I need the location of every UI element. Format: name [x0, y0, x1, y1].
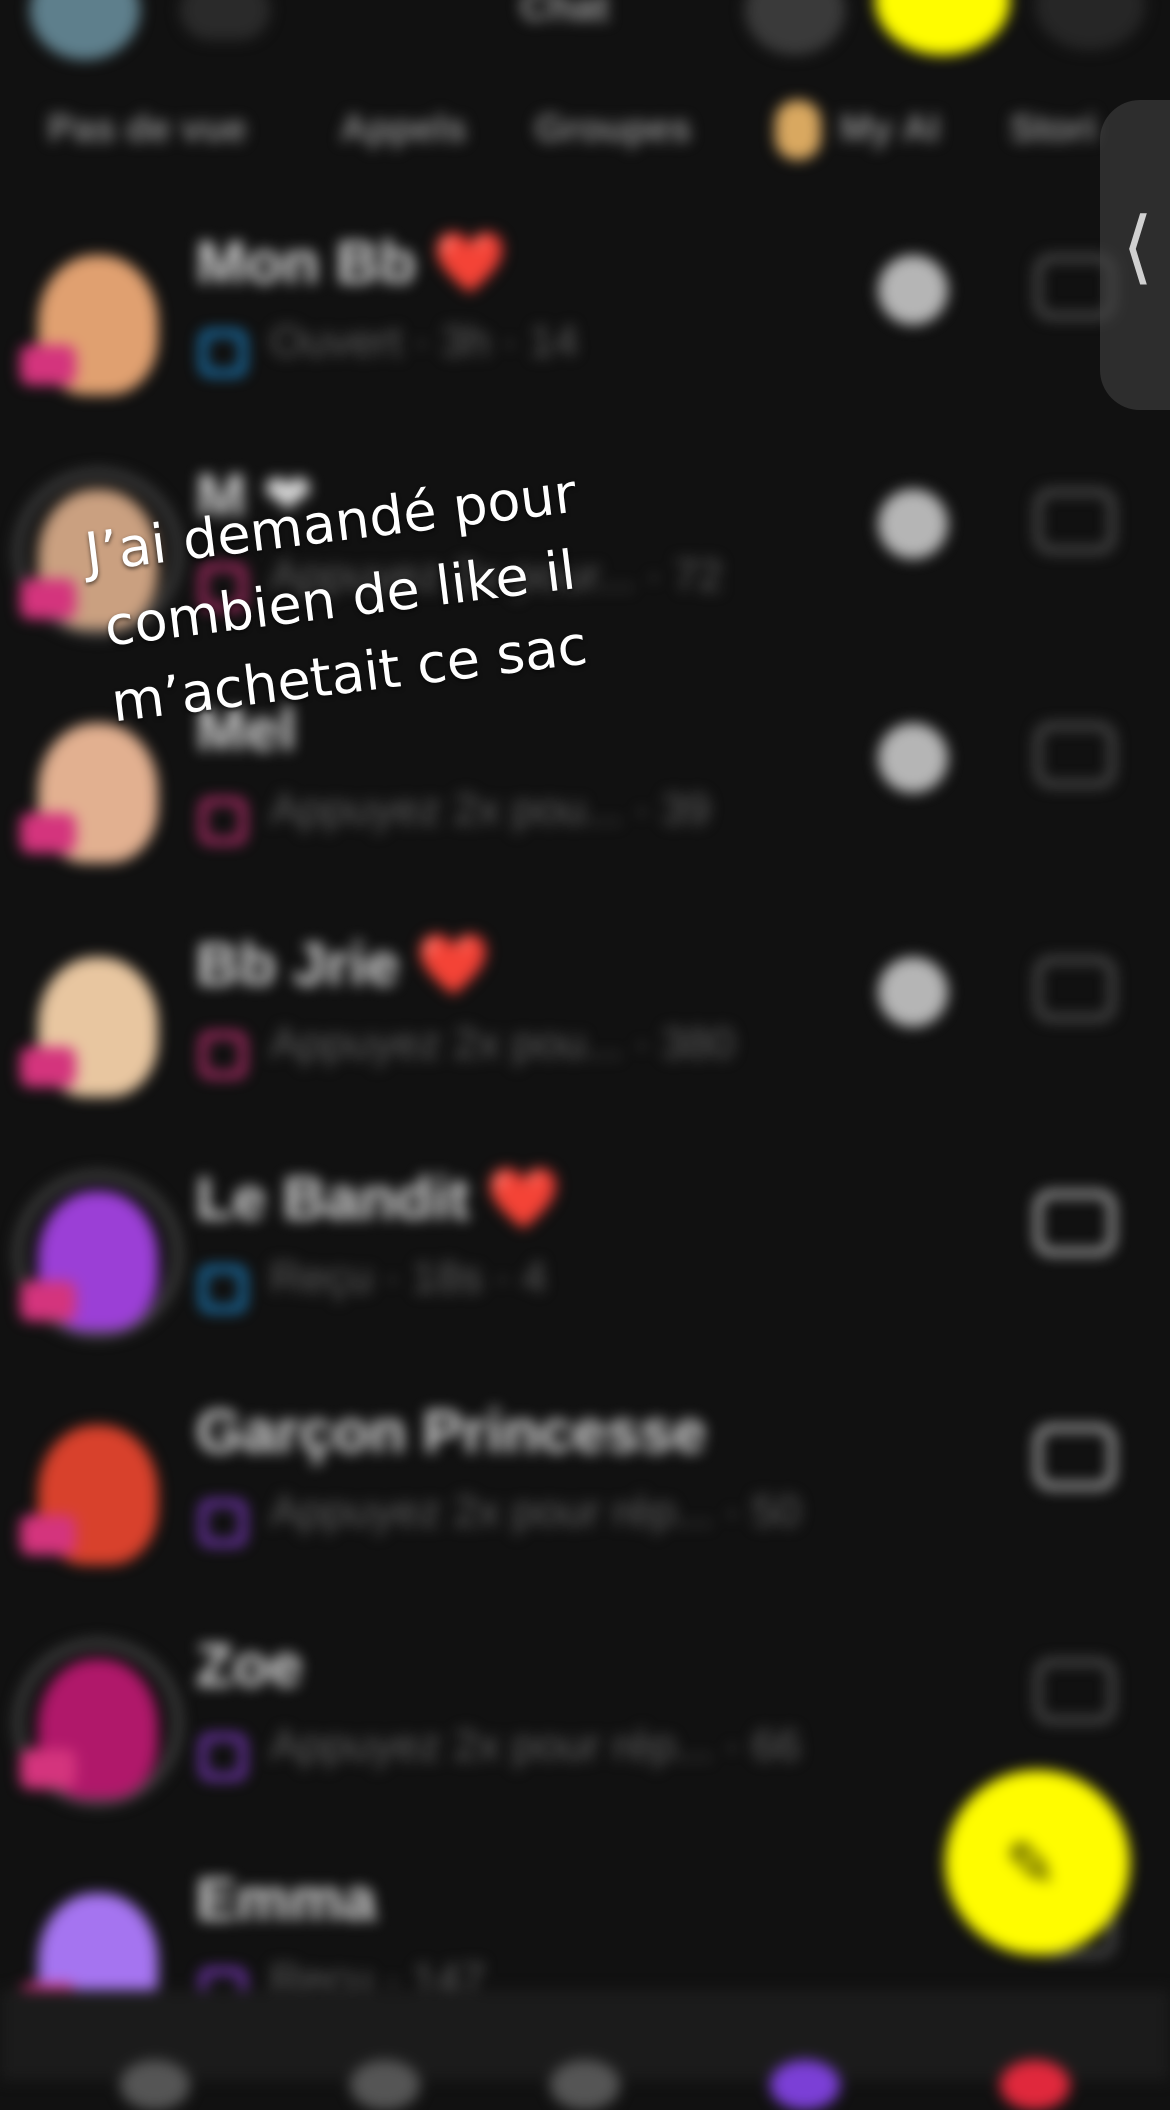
bottom-nav	[0, 1990, 1170, 2110]
status-icon	[200, 1266, 246, 1312]
chat-status: Ouvert · 3h · 14	[270, 317, 579, 366]
chat-row[interactable]: Le Bandit ❤️ Reçu · 18s · 4	[0, 1121, 1170, 1355]
camera-icon[interactable]	[1035, 1191, 1115, 1255]
reply-icon[interactable]	[878, 489, 948, 559]
camera-icon[interactable]	[1035, 723, 1115, 787]
blurred-chat-screen: Chat Pas de vue Appels Groupes My AI Sto…	[0, 0, 1170, 2110]
tab-stories[interactable]: Stori	[1010, 108, 1097, 151]
chat-row[interactable]: Garçon Princesse Appuyez 2x pour rép... ·…	[0, 1355, 1170, 1589]
page-title: Chat	[520, 0, 609, 29]
chat-icon[interactable]	[350, 2060, 420, 2110]
spotlight-icon[interactable]	[1000, 2060, 1070, 2110]
my-ai-avatar-icon	[775, 100, 821, 160]
tab-my-ai[interactable]: My AI	[840, 108, 940, 151]
map-icon[interactable]	[120, 2060, 190, 2110]
chat-status: Appuyez 2x pou... · 380	[270, 1019, 735, 1068]
camera-icon[interactable]	[1035, 957, 1115, 1021]
camera-tab-icon[interactable]	[550, 2060, 620, 2110]
story-avatar[interactable]	[875, 0, 1010, 55]
camera-icon[interactable]	[1035, 1425, 1115, 1489]
tab-groupes[interactable]: Groupes	[535, 108, 691, 151]
search-button[interactable]	[180, 0, 270, 40]
reply-icon[interactable]	[878, 723, 948, 793]
chat-status: Reçu · 18s · 4	[270, 1253, 547, 1302]
tab-appels[interactable]: Appels	[340, 108, 467, 151]
chat-name: Emma	[196, 1866, 377, 1933]
filter-tabs: Pas de vue Appels Groupes My AI Stori	[0, 100, 1170, 160]
streak-badge	[20, 1515, 76, 1555]
status-icon	[200, 1734, 246, 1780]
streak-badge	[20, 1749, 76, 1789]
camera-icon[interactable]	[1035, 1659, 1115, 1723]
top-bar: Chat	[0, 0, 1170, 70]
chat-row[interactable]: Mon Bb ❤️ Ouvert · 3h · 14	[0, 185, 1170, 419]
menu-button[interactable]	[1035, 0, 1145, 50]
chat-name: Garçon Princesse	[196, 1398, 707, 1465]
chat-status: Appuyez 2x pour rép... · 66	[270, 1721, 801, 1770]
edge-panel-handle[interactable]: ⟨	[1100, 100, 1170, 410]
status-icon	[200, 330, 246, 376]
profile-avatar[interactable]	[30, 0, 140, 60]
chat-row[interactable]: Bb Jrie ❤️ Appuyez 2x pou... · 380	[0, 887, 1170, 1121]
chat-name: Mon Bb ❤️	[196, 229, 508, 296]
add-friend-button[interactable]	[745, 0, 845, 55]
camera-icon[interactable]	[1035, 489, 1115, 553]
chevron-left-icon: ⟨	[1122, 202, 1154, 291]
streak-badge	[20, 1047, 76, 1087]
streak-badge	[20, 813, 76, 853]
new-chat-button[interactable]: ✎	[945, 1770, 1130, 1955]
streak-badge	[20, 345, 76, 385]
chat-name: Le Bandit ❤️	[196, 1165, 561, 1232]
status-icon	[200, 1032, 246, 1078]
streak-badge	[20, 1281, 76, 1321]
tab-pas-de-vue[interactable]: Pas de vue	[48, 108, 247, 151]
new-chat-icon: ✎	[1005, 1831, 1057, 1900]
chat-name: Zoe	[196, 1632, 303, 1699]
chat-status: Appuyez 2x pour rép... · 50	[270, 1487, 801, 1536]
reply-icon[interactable]	[878, 957, 948, 1027]
reply-icon[interactable]	[878, 255, 948, 325]
status-icon	[200, 1500, 246, 1546]
chat-name: Bb Jrie ❤️	[196, 931, 491, 998]
status-icon	[200, 798, 246, 844]
chat-status: Appuyez 2x pou... · 39	[270, 785, 711, 834]
stories-icon[interactable]	[770, 2060, 840, 2110]
